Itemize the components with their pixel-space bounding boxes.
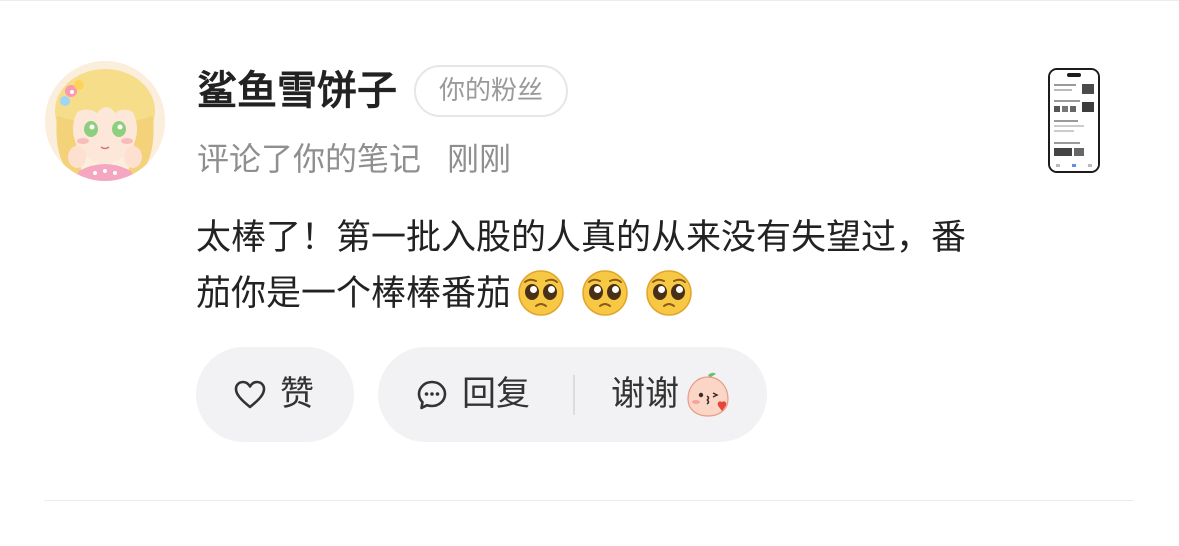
like-label: 赞	[280, 374, 314, 414]
note-thumbnail[interactable]	[1048, 68, 1100, 173]
timestamp: 刚刚	[447, 140, 512, 178]
notification-meta: 评论了你的笔记 刚刚	[197, 138, 511, 180]
pleading-face-icon	[582, 270, 628, 316]
like-button[interactable]: 赞	[196, 347, 354, 442]
avatar[interactable]	[45, 61, 165, 181]
thanks-button[interactable]: 谢谢	[575, 347, 767, 442]
heart-outline-icon	[234, 380, 266, 409]
action-text: 评论了你的笔记	[197, 140, 422, 178]
fan-badge: 你的粉丝	[414, 65, 568, 117]
username[interactable]: 鲨鱼雪饼子	[197, 66, 397, 116]
bottom-divider	[44, 500, 1134, 501]
chat-bubble-icon	[417, 380, 447, 410]
pleading-face-icon	[518, 270, 564, 316]
emoji-group	[511, 269, 693, 334]
reply-action-group: 回复 谢谢	[378, 347, 767, 442]
thanks-label: 谢谢	[611, 374, 679, 414]
reply-button[interactable]: 回复	[378, 347, 573, 442]
peach-sticker-icon	[687, 372, 729, 417]
reply-label: 回复	[462, 374, 530, 414]
top-divider	[0, 0, 1179, 1]
pleading-face-icon	[646, 270, 692, 316]
comment-body[interactable]: 太棒了！第一批入股的人真的从来没有失望过，番茄你是一个棒棒番茄	[196, 210, 976, 334]
